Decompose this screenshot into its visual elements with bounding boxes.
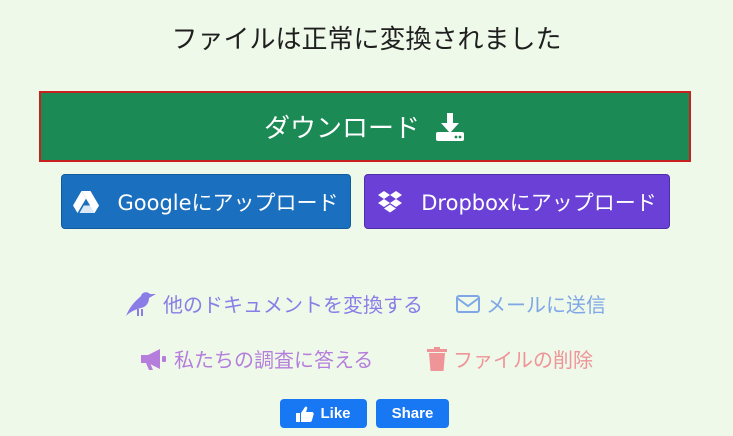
page-title: ファイルは正常に変換されました	[171, 25, 562, 55]
email-link[interactable]: メールに送信	[456, 289, 606, 318]
thumbs-up-icon	[296, 406, 315, 422]
trash-icon	[427, 346, 447, 371]
dropbox-upload-label: Dropboxにアップロード	[421, 190, 657, 215]
download-button[interactable]: ダウンロード	[39, 91, 691, 162]
survey-label: 私たちの調査に答える	[174, 348, 374, 372]
survey-link[interactable]: 私たちの調査に答える	[140, 344, 373, 373]
delete-file-link[interactable]: ファイルの削除	[427, 344, 593, 373]
like-label: Like	[320, 405, 351, 422]
google-drive-icon	[73, 190, 100, 213]
megaphone-icon	[140, 347, 168, 371]
google-upload-label: Googleにアップロード	[117, 190, 339, 215]
facebook-like-button[interactable]: Like	[280, 399, 367, 428]
dropbox-icon	[377, 190, 403, 214]
convert-other-link[interactable]: 他のドキュメントを変換する	[125, 289, 423, 318]
download-button-label: ダウンロード	[263, 114, 420, 144]
download-icon	[434, 111, 466, 143]
facebook-share-button[interactable]: Share	[376, 399, 449, 428]
bird-icon	[125, 291, 157, 317]
dropbox-upload-button[interactable]: Dropboxにアップロード	[364, 174, 670, 229]
delete-file-label: ファイルの削除	[453, 348, 593, 372]
google-upload-button[interactable]: Googleにアップロード	[61, 174, 351, 229]
share-label: Share	[391, 405, 434, 422]
email-label: メールに送信	[486, 293, 606, 317]
convert-other-label: 他のドキュメントを変換する	[163, 293, 423, 317]
envelope-icon	[456, 294, 480, 313]
